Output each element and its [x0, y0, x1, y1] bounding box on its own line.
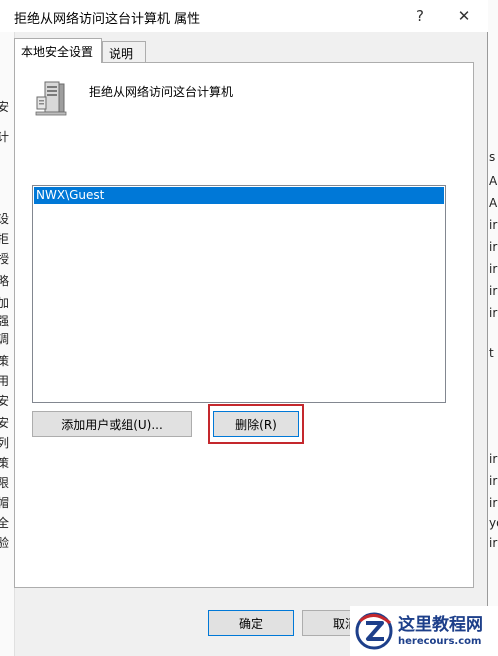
background-right-text: Al — [489, 174, 498, 188]
watermark-url: herecours.com — [398, 635, 482, 647]
watermark-title: 这里教程网 — [398, 614, 483, 635]
background-window-right-edge: s Al Al ir ir ir ir ir t ir ir ir yo ir — [487, 0, 498, 656]
tab-panel: 拒绝从网络访问这台计算机 NWX\Guest 添加用户或组(U)... 删除(R… — [14, 62, 474, 588]
background-left-text: 调 — [0, 332, 10, 346]
background-window-left-edge: 安计i设拒授略加强调策用安安列策限帽全验 — [0, 0, 15, 656]
background-left-text: 加 — [0, 296, 10, 310]
ok-button[interactable]: 确定 — [208, 610, 294, 636]
background-right-text: yo — [489, 516, 498, 530]
background-right-text: ir — [489, 218, 498, 232]
background-left-text: 略 — [0, 274, 10, 288]
background-left-text: 用 — [0, 374, 10, 388]
background-left-text: 计 — [0, 130, 10, 144]
remove-button[interactable]: 删除(R) — [213, 411, 299, 437]
background-left-text: 安 — [0, 100, 10, 114]
background-right-text: ir — [489, 452, 498, 466]
background-right-text: ir — [489, 536, 498, 550]
background-left-text: 帽 — [0, 496, 10, 510]
screen: sAlAliririririrtiririryoir 安计i设拒授略加强调策用安… — [0, 0, 498, 656]
close-icon: ✕ — [457, 7, 471, 25]
background-left-text: 授 — [0, 252, 10, 266]
watermark: 这里教程网 herecours.com — [350, 606, 498, 656]
background-right-text: ir — [489, 262, 498, 276]
background-left-text: 策 — [0, 456, 10, 470]
background-left-text: 设 — [0, 212, 10, 226]
background-left-text: 安 — [0, 394, 10, 408]
background-right-text: ir — [489, 240, 498, 254]
background-right-text: t — [489, 346, 494, 360]
background-left-text: 策 — [0, 354, 10, 368]
tab-local-security-setting[interactable]: 本地安全设置 — [14, 38, 102, 63]
list-item-nwx-guest[interactable]: NWX\Guest — [34, 187, 444, 204]
background-right-text: ir — [489, 284, 498, 298]
server-icon — [35, 81, 67, 116]
background-left-text: 安 — [0, 416, 10, 430]
help-icon: ? — [416, 7, 424, 25]
policy-name: 拒绝从网络访问这台计算机 — [89, 85, 234, 99]
background-right-text: ir — [489, 474, 498, 488]
background-right-text: ir — [489, 496, 498, 510]
window-title: 拒绝从网络访问这台计算机 属性 — [14, 12, 201, 27]
add-user-or-group-button[interactable]: 添加用户或组(U)... — [32, 411, 192, 437]
background-right-text: s — [489, 150, 496, 164]
watermark-logo-icon — [355, 612, 393, 650]
background-left-text: 验 — [0, 536, 10, 550]
background-right-text: ir — [489, 306, 498, 320]
background-left-text: 全 — [0, 516, 10, 530]
tab-explain[interactable]: 说明 — [102, 41, 146, 63]
help-button[interactable]: ? — [398, 0, 442, 32]
properties-dialog: 安计i设拒授略加强调策用安安列策限帽全验 拒绝从网络访问这台计算机 属性 ? ✕… — [0, 0, 488, 656]
background-left-text: 拒 — [0, 232, 10, 246]
title-bar[interactable]: 拒绝从网络访问这台计算机 属性 ? ✕ — [0, 0, 488, 32]
background-left-text: 列 — [0, 436, 10, 450]
users-listbox[interactable]: NWX\Guest — [32, 185, 446, 403]
close-button[interactable]: ✕ — [442, 0, 486, 32]
background-right-text: Al — [489, 196, 498, 210]
background-left-text: 限 — [0, 476, 10, 490]
background-left-text: 强 — [0, 314, 10, 328]
